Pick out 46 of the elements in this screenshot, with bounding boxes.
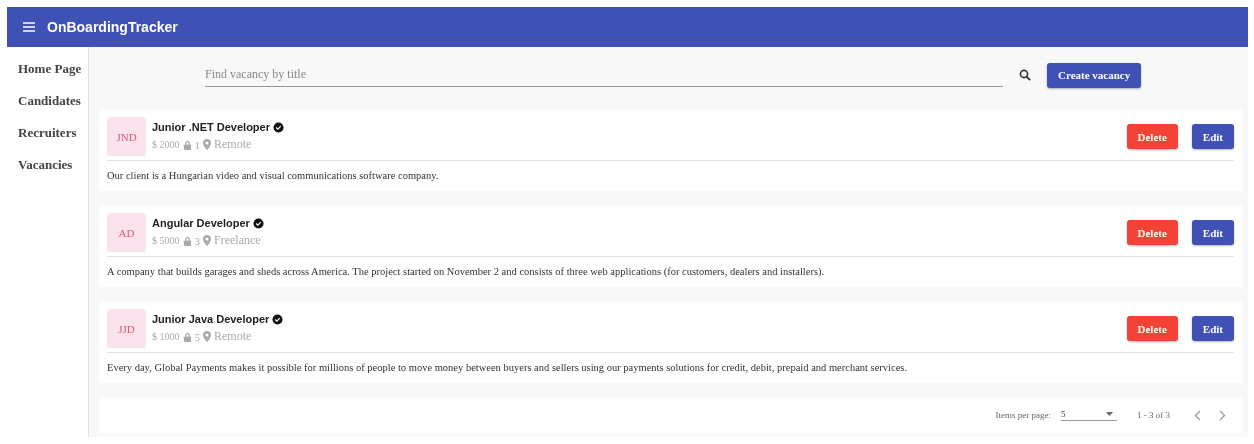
vacancy-title: Angular Developer bbox=[152, 217, 250, 229]
delete-button[interactable]: Delete bbox=[1126, 124, 1178, 149]
location: Remote bbox=[214, 329, 252, 344]
nav-link[interactable]: Candidates bbox=[18, 91, 88, 111]
salary: $ 1000 bbox=[152, 331, 180, 342]
search-field[interactable]: Find vacancy by title bbox=[205, 63, 1003, 87]
location-pin-icon bbox=[203, 139, 211, 150]
nav-link[interactable]: Recruiters bbox=[18, 123, 88, 143]
menu-icon[interactable] bbox=[23, 22, 35, 32]
vacancy-title: Junior Java Developer bbox=[152, 313, 270, 325]
vacancy-description: Every day, Global Payments makes it possible for millions of people to move money between buyers and sellers using our payments solutions for credit, debit, prepaid and merchant services. bbox=[107, 361, 909, 375]
edit-button[interactable]: Edit bbox=[1191, 316, 1234, 341]
salary: $ 2000 bbox=[152, 139, 180, 150]
create-vacancy-button[interactable]: Create vacancy bbox=[1047, 62, 1142, 88]
page-range: 1 - 3 of 3 bbox=[1137, 410, 1170, 420]
verified-icon bbox=[273, 121, 284, 133]
location-pin-icon bbox=[203, 235, 211, 246]
lock-icon bbox=[182, 235, 192, 246]
vacancy-description: Our client is a Hungarian video and visual communications software company. bbox=[107, 169, 440, 183]
vacancy-description: A company that builds garages and sheds across America. The project started on November 2 and consists of three web applications (for customers, dealers and installers). bbox=[107, 265, 826, 279]
avatar: JJD bbox=[107, 309, 146, 348]
caret-icon bbox=[1106, 412, 1113, 416]
search-icon[interactable] bbox=[1019, 69, 1031, 81]
openings: 3 bbox=[194, 234, 200, 247]
lock-icon bbox=[182, 139, 192, 150]
location-pin-icon bbox=[203, 331, 211, 342]
location: Freelance bbox=[214, 233, 261, 248]
openings: 5 bbox=[194, 330, 200, 343]
verified-icon bbox=[272, 313, 284, 325]
salary: $ 5000 bbox=[152, 235, 180, 246]
openings: 1 bbox=[194, 138, 200, 151]
location: Remote bbox=[214, 137, 252, 152]
page-size-select[interactable]: 5 bbox=[1061, 409, 1117, 421]
edit-button[interactable]: Edit bbox=[1191, 124, 1234, 149]
verified-icon bbox=[252, 217, 264, 229]
edit-button[interactable]: Edit bbox=[1191, 220, 1234, 245]
lock-icon bbox=[182, 331, 192, 342]
items-per-page-label: Items per page: bbox=[995, 410, 1051, 420]
avatar: JND bbox=[107, 117, 146, 156]
nav-link[interactable]: Vacancies bbox=[18, 155, 88, 175]
avatar: AD bbox=[107, 213, 146, 252]
app-title: OnBoardingTracker bbox=[47, 19, 178, 35]
delete-button[interactable]: Delete bbox=[1126, 220, 1178, 245]
delete-button[interactable]: Delete bbox=[1126, 316, 1178, 341]
nav-link[interactable]: Home Page bbox=[18, 59, 88, 79]
vacancy-title: Junior .NET Developer bbox=[152, 121, 270, 133]
